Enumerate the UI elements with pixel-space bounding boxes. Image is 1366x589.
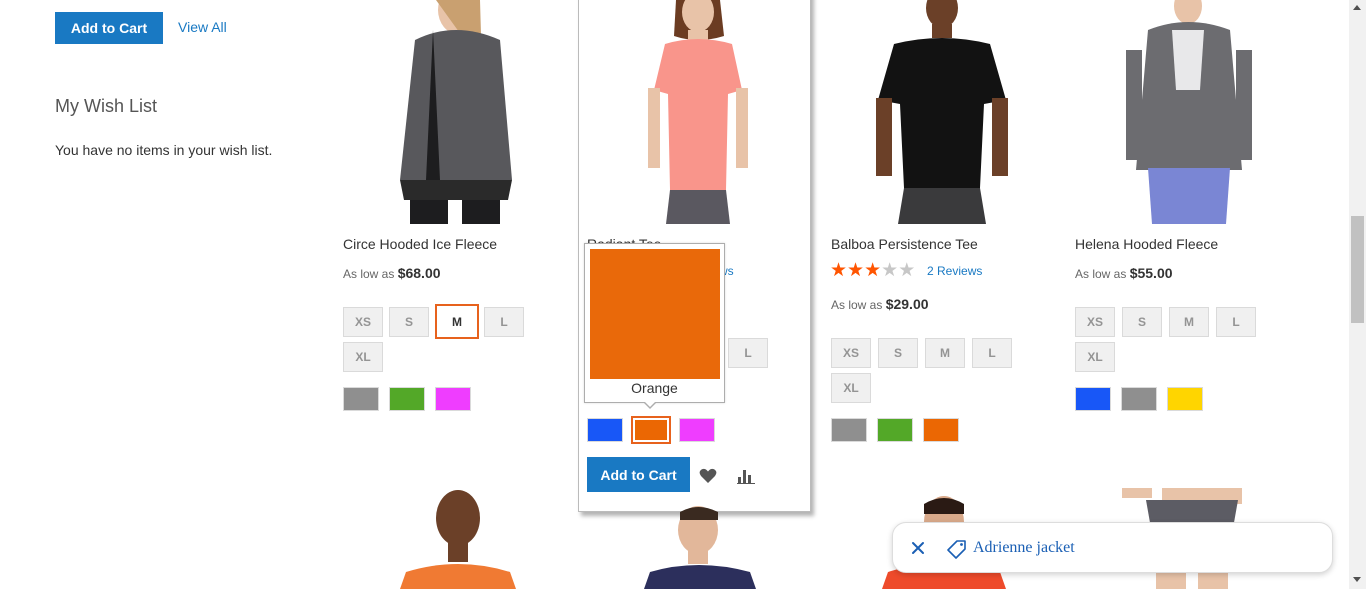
close-icon[interactable] — [907, 537, 929, 559]
compare-chart-icon[interactable] — [737, 468, 755, 484]
product-name[interactable]: Circe Hooded Ice Fleece — [343, 236, 497, 252]
product-name[interactable]: Balboa Persistence Tee — [831, 236, 978, 252]
scroll-down-arrow-icon[interactable] — [1353, 577, 1361, 582]
product-image-row2-2[interactable] — [584, 488, 814, 589]
size-option-l[interactable]: L — [972, 338, 1012, 368]
star-icon: ★ — [898, 260, 916, 281]
model-hoodie-heather-figure — [1126, 0, 1252, 224]
product-price: As low as $68.00 — [343, 265, 441, 281]
tooltip-arrow-inner — [644, 401, 656, 407]
wishlist-title: My Wish List — [55, 96, 158, 116]
rating-stars: ★★★★★ — [830, 260, 916, 281]
size-option-xs[interactable]: XS — [343, 307, 383, 337]
product-price: As low as $29.00 — [831, 296, 929, 312]
size-option-m[interactable]: M — [925, 338, 965, 368]
size-option-l[interactable]: L — [1216, 307, 1256, 337]
size-option-l[interactable]: L — [484, 307, 524, 337]
scroll-up-arrow-icon[interactable] — [1353, 5, 1361, 10]
model-tee-navy-figure — [644, 506, 756, 589]
model-tee-pink-figure — [648, 0, 748, 224]
color-swatch-orange[interactable] — [923, 418, 959, 442]
color-swatch-purple[interactable] — [679, 418, 715, 442]
star-icon: ★ — [864, 260, 882, 281]
search-chip: Adrienne jacket — [892, 522, 1333, 573]
product-image-balboa[interactable] — [828, 0, 1058, 224]
color-swatch-gray[interactable] — [831, 418, 867, 442]
product-image-radiant-tee[interactable] — [580, 0, 810, 224]
color-swatch-tooltip: Orange — [584, 243, 725, 403]
size-option-s[interactable]: S — [389, 307, 429, 337]
view-all-link[interactable]: View All — [178, 19, 227, 35]
color-swatch-gray[interactable] — [343, 387, 379, 411]
size-option-s[interactable]: S — [878, 338, 918, 368]
color-swatch-blue[interactable] — [587, 418, 623, 442]
wishlist-empty-message: You have no items in your wish list. — [55, 142, 273, 158]
scrollbar[interactable] — [1349, 0, 1366, 589]
size-option-s[interactable]: S — [1122, 307, 1162, 337]
color-swatch-purple[interactable] — [435, 387, 471, 411]
tooltip-label: Orange — [631, 380, 678, 396]
size-option-l[interactable]: L — [728, 338, 768, 368]
color-swatch-yellow[interactable] — [1167, 387, 1203, 411]
model-hoodie-gray-figure — [400, 0, 512, 224]
size-option-m-selected[interactable]: M — [435, 304, 479, 339]
tag-icon — [947, 539, 967, 559]
product-name[interactable]: Helena Hooded Fleece — [1075, 236, 1218, 252]
star-icon: ★ — [830, 260, 848, 281]
star-icon: ★ — [847, 260, 865, 281]
size-option-xl[interactable]: XL — [343, 342, 383, 372]
size-option-xs[interactable]: XS — [831, 338, 871, 368]
color-swatch-green[interactable] — [389, 387, 425, 411]
product-price: As low as $55.00 — [1075, 265, 1173, 281]
sidebar-add-to-cart-button[interactable]: Add to Cart — [55, 12, 163, 44]
tooltip-color-preview — [590, 249, 720, 379]
size-option-xl[interactable]: XL — [831, 373, 871, 403]
color-swatch-gray[interactable] — [1121, 387, 1157, 411]
color-swatch-green[interactable] — [877, 418, 913, 442]
size-option-xl[interactable]: XL — [1075, 342, 1115, 372]
product-image-row2-1[interactable] — [340, 488, 570, 589]
size-option-xs[interactable]: XS — [1075, 307, 1115, 337]
color-swatch-blue[interactable] — [1075, 387, 1111, 411]
model-tee-orange-figure — [400, 490, 516, 589]
color-swatch-orange-selected[interactable] — [631, 416, 671, 444]
product-image-circe[interactable] — [340, 0, 570, 224]
product-image-helena[interactable] — [1072, 0, 1302, 224]
scrollbar-thumb[interactable] — [1351, 216, 1364, 323]
add-to-cart-button[interactable]: Add to Cart — [587, 457, 690, 492]
size-option-m[interactable]: M — [1169, 307, 1209, 337]
search-chip-text[interactable]: Adrienne jacket — [973, 539, 1075, 557]
model-tee-black-figure — [876, 0, 1008, 224]
reviews-link[interactable]: 2 Reviews — [927, 264, 982, 278]
wishlist-heart-icon[interactable] — [699, 468, 717, 484]
star-icon: ★ — [881, 260, 899, 281]
